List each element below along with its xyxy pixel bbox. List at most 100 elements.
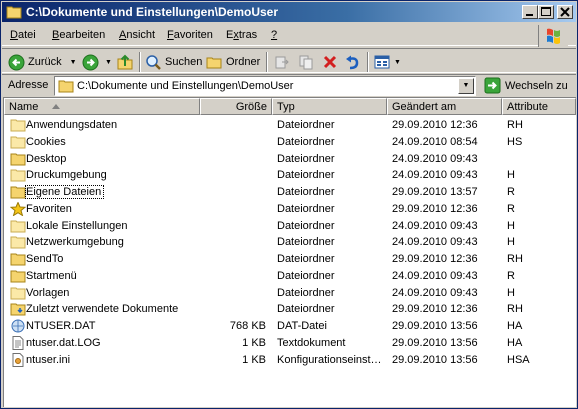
file-row[interactable]: Vorlagen Dateiordner 24.09.2010 09:43 H [4,285,576,302]
address-value: C:\Dokumente und Einstellungen\DemoUser [77,80,294,92]
folders-label: Ordner [226,56,261,68]
folder-icon [10,219,26,233]
back-button[interactable]: Zurück ▼ [8,52,77,72]
file-row[interactable]: NTUSER.DAT 768 KB DAT-Datei 29.09.2010 13:5… [4,318,576,335]
chevron-down-icon: ▼ [462,82,470,89]
file-modified: 24.09.2010 09:43 [392,286,478,299]
delete-button[interactable] [322,52,338,72]
folder-icon [10,152,26,166]
file-row[interactable]: Zuletzt verwendete Dokumente Dateiordner 2… [4,301,576,318]
folder-icon [10,135,26,149]
file-modified: 24.09.2010 08:54 [392,135,478,148]
copy-to-button[interactable] [298,52,315,72]
folder-icon [10,185,26,199]
recent-docs-icon [10,302,26,316]
file-row[interactable]: Anwendungsdaten Dateiordner 29.09.2010 12:… [4,117,576,134]
column-header-attributes[interactable]: Attribute [502,98,576,115]
search-button[interactable]: Suchen [145,52,202,72]
file-row[interactable]: Eigene Dateien Dateiordner 29.09.2010 13:5… [4,184,576,201]
minimize-icon [526,14,533,16]
undo-button[interactable] [344,52,361,72]
file-attributes: RH [507,253,523,265]
views-dropdown-icon[interactable]: ▼ [394,59,401,66]
standard-toolbar: Zurück ▼ ▼ Suchen Ordner ▼ [2,48,576,73]
back-dropdown-icon[interactable]: ▼ [70,59,77,66]
menu-datei[interactable]: Datei [10,29,36,41]
column-header-date[interactable]: Geändert am [387,98,502,115]
file-name: Desktop [26,152,67,165]
menu-ansicht[interactable]: Ansicht [119,29,155,41]
up-button[interactable] [116,52,134,72]
search-label: Suchen [165,56,203,68]
folder-icon [10,235,26,249]
views-button[interactable]: ▼ [374,52,401,72]
file-attributes: H [507,236,515,249]
folders-icon [206,57,222,69]
file-size: 768 KB [229,320,266,332]
file-attributes: H [507,169,515,182]
file-name: Eigene Dateien [24,185,105,199]
file-row[interactable]: ntuser.dat.LOG 1 KB Textdokument 29.09.2010… [4,335,576,352]
menu-help[interactable]: ? [271,29,277,41]
back-arrow-icon [8,54,25,70]
file-type: Konfigurationseinst… [277,353,382,366]
search-icon [146,54,161,70]
forward-dropdown-icon[interactable]: ▼ [105,59,112,66]
minimize-button[interactable] [522,5,538,19]
file-type: Dateiordner [277,236,335,249]
file-type: Dateiordner [277,253,335,265]
menu-bearbeiten[interactable]: Bearbeiten [52,29,105,41]
move-to-icon [275,56,289,68]
close-button[interactable] [557,5,573,19]
file-name: Netzwerkumgebung [26,236,124,249]
address-input[interactable]: C:\Dokumente und Einstellungen\DemoUser … [54,76,476,96]
forward-button[interactable]: ▼ [82,52,112,72]
file-modified: 29.09.2010 12:36 [392,202,478,215]
close-icon [560,7,570,17]
file-type: Dateiordner [277,202,335,215]
file-row[interactable]: Lokale Einstellungen Dateiordner 24.09.201… [4,218,576,235]
column-header-type[interactable]: Typ [272,98,387,115]
file-name: Favoriten [26,202,72,215]
file-name: Anwendungsdaten [26,119,118,131]
folder-icon [10,118,26,132]
file-attributes: HSA [507,353,530,366]
menu-bar: Datei Bearbeiten Ansicht Favoriten Extra… [2,24,576,47]
folder-icon [58,80,74,93]
window-title: C:\Dokumente und Einstellungen\DemoUser [26,5,279,19]
column-header-size[interactable]: Größe [200,98,272,115]
file-list[interactable]: Name Größe Typ Geändert am Attribute Anw… [3,97,576,407]
file-modified: 24.09.2010 09:43 [392,236,478,249]
file-name: Startmenü [26,269,77,282]
file-attributes: RH [507,119,523,131]
go-button[interactable]: Wechseln zu [484,77,568,94]
file-type: Dateiordner [277,186,335,198]
column-header-name[interactable]: Name [4,98,200,115]
file-modified: 29.09.2010 12:36 [392,119,478,131]
file-name: Cookies [26,135,66,148]
file-row[interactable]: Favoriten Dateiordner 29.09.2010 12:36 R [4,201,576,218]
star-icon [9,201,27,217]
file-row[interactable]: Druckumgebung Dateiordner 24.09.2010 09:43… [4,167,576,184]
move-to-button[interactable] [274,52,291,72]
address-dropdown-button[interactable]: ▼ [458,78,474,94]
file-type: Dateiordner [277,269,335,282]
file-modified: 29.09.2010 12:36 [392,253,478,265]
file-row[interactable]: Netzwerkumgebung Dateiordner 24.09.2010 09… [4,234,576,251]
file-row[interactable]: ntuser.ini 1 KB Konfigurationseinst… 29.09.… [4,352,576,369]
menu-favoriten[interactable]: Favoriten [167,29,213,41]
folder-icon [10,269,26,283]
file-modified: 29.09.2010 13:57 [392,186,478,198]
title-bar[interactable]: C:\Dokumente und Einstellungen\DemoUser [2,2,576,22]
file-row[interactable]: Desktop Dateiordner 24.09.2010 09:43 [4,151,576,168]
folders-button[interactable]: Ordner [206,52,260,72]
file-modified: 29.09.2010 13:56 [392,320,478,332]
file-type: Textdokument [277,336,346,349]
file-row[interactable]: Cookies Dateiordner 24.09.2010 08:54 HS [4,134,576,151]
file-row[interactable]: Startmenü Dateiordner 24.09.2010 09:43 R [4,268,576,285]
maximize-button[interactable] [538,5,554,19]
menu-extras[interactable]: Extras [226,29,257,41]
folder-up-icon [117,54,133,70]
folder-icon [10,168,26,182]
file-row[interactable]: SendTo Dateiordner 29.09.2010 12:36 RH [4,251,576,268]
